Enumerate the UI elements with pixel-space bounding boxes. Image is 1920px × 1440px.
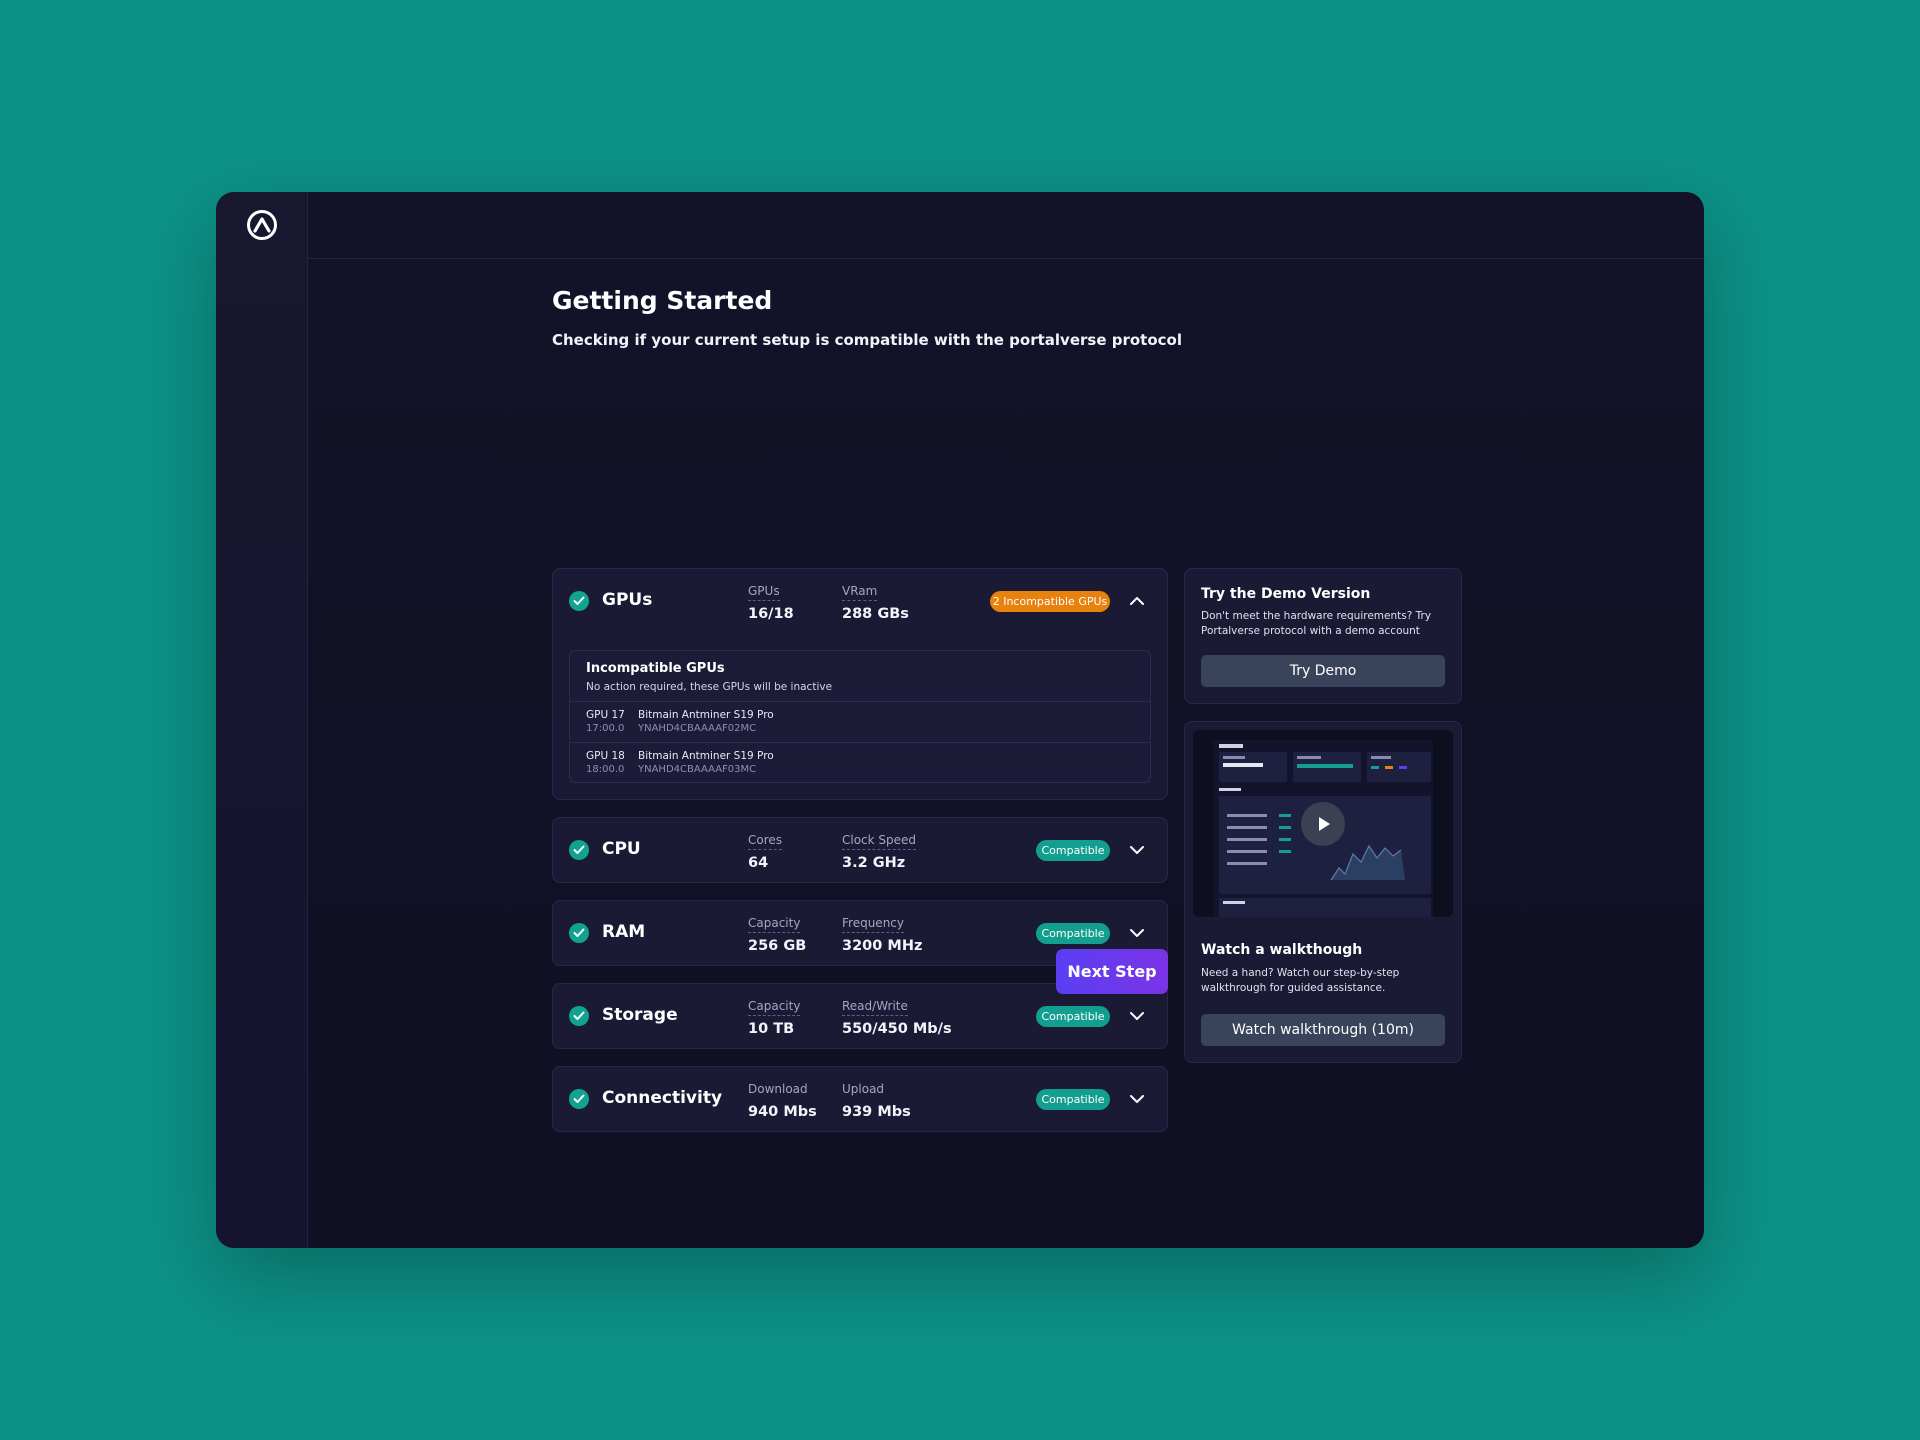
chevron-down-icon[interactable] xyxy=(1129,926,1145,940)
walkthrough-title: Watch a walkthough xyxy=(1201,942,1363,958)
walkthrough-card: Watch a walkthough Need a hand? Watch ou… xyxy=(1184,721,1462,1063)
status-badge: Compatible xyxy=(1036,923,1110,944)
demo-desc: Don't meet the hardware requirements? Tr… xyxy=(1201,610,1432,637)
cores-metric: Cores 64 xyxy=(748,833,783,871)
page-title: Getting Started xyxy=(552,286,773,315)
chevron-down-icon[interactable] xyxy=(1129,1009,1145,1023)
ram-capacity-metric: Capacity 256 GB xyxy=(748,916,807,954)
top-bar xyxy=(308,192,1704,259)
connectivity-card[interactable]: Connectivity Download 940 Mbs Upload 939… xyxy=(552,1066,1168,1132)
demo-card: Try the Demo Version Don't meet the hard… xyxy=(1184,568,1462,704)
walkthrough-video-thumbnail[interactable] xyxy=(1193,730,1453,917)
vram-metric: VRam 288 GBs xyxy=(842,584,909,622)
check-icon xyxy=(569,923,589,943)
download-metric: Download 940 Mbs xyxy=(748,1082,817,1120)
gpus-card-header[interactable]: GPUs GPUs 16/18 VRam 288 GBs 2 Incompati… xyxy=(553,569,1167,633)
check-icon xyxy=(569,1006,589,1026)
upload-metric: Upload 939 Mbs xyxy=(842,1082,911,1120)
incompatible-gpus-panel: Incompatible GPUs No action required, th… xyxy=(569,650,1151,783)
watch-walkthrough-button[interactable]: Watch walkthrough (10m) xyxy=(1201,1014,1445,1046)
next-step-button[interactable]: Next Step xyxy=(1056,949,1168,994)
connectivity-title: Connectivity xyxy=(602,1088,723,1108)
incompatible-gpus-desc: No action required, these GPUs will be i… xyxy=(586,681,833,693)
demo-title: Try the Demo Version xyxy=(1201,586,1371,602)
table-row: GPU 17 17:00.0 Bitmain Antminer S19 Pro … xyxy=(570,701,1150,742)
read-write-metric: Read/Write 550/450 Mb/s xyxy=(842,999,952,1037)
ram-title: RAM xyxy=(602,922,646,942)
storage-title: Storage xyxy=(602,1005,678,1025)
status-badge: 2 Incompatible GPUs xyxy=(990,591,1110,612)
cpu-card[interactable]: CPU Cores 64 Clock Speed 3.2 GHz Compati… xyxy=(552,817,1168,883)
check-icon xyxy=(569,591,589,611)
chevron-down-icon[interactable] xyxy=(1129,1092,1145,1106)
chevron-up-icon[interactable] xyxy=(1129,594,1145,608)
check-icon xyxy=(569,840,589,860)
cpu-title: CPU xyxy=(602,839,641,859)
status-badge: Compatible xyxy=(1036,1089,1110,1110)
gpus-card: GPUs GPUs 16/18 VRam 288 GBs 2 Incompati… xyxy=(552,568,1168,800)
storage-capacity-metric: Capacity 10 TB xyxy=(748,999,801,1037)
main-content: Getting Started Checking if your current… xyxy=(308,260,1704,1248)
play-icon[interactable] xyxy=(1301,802,1345,846)
app-window: Getting Started Checking if your current… xyxy=(216,192,1704,1248)
status-badge: Compatible xyxy=(1036,1006,1110,1027)
incompatible-gpus-title: Incompatible GPUs xyxy=(586,661,725,676)
sidebar xyxy=(216,192,308,1248)
chevron-down-icon[interactable] xyxy=(1129,843,1145,857)
table-row: GPU 18 18:00.0 Bitmain Antminer S19 Pro … xyxy=(570,742,1150,783)
walkthrough-desc: Need a hand? Watch our step-by-step walk… xyxy=(1201,967,1400,994)
try-demo-button[interactable]: Try Demo xyxy=(1201,655,1445,687)
gpus-title: GPUs xyxy=(602,590,653,610)
page-subtitle: Checking if your current setup is compat… xyxy=(552,331,1182,349)
frequency-metric: Frequency 3200 MHz xyxy=(842,916,923,954)
portalverse-logo-icon[interactable] xyxy=(246,209,278,241)
check-icon xyxy=(569,1089,589,1109)
status-badge: Compatible xyxy=(1036,840,1110,861)
clock-speed-metric: Clock Speed 3.2 GHz xyxy=(842,833,917,871)
gpus-count-metric: GPUs 16/18 xyxy=(748,584,794,622)
